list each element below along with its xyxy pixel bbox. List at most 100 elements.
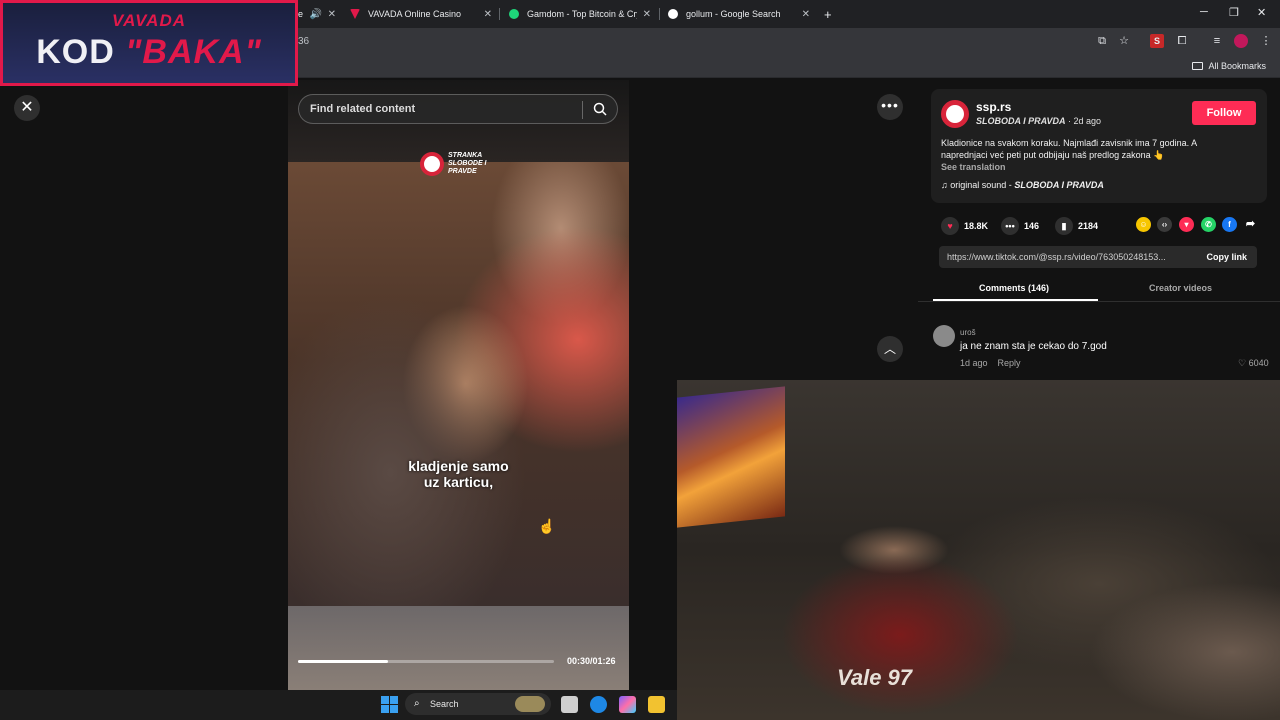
extensions-icon[interactable]: ⧠ [1175, 34, 1189, 48]
tab-comments[interactable]: Comments (146) [979, 283, 1049, 293]
video-time: 00:30/01:26 [567, 656, 616, 666]
comment-stat[interactable]: ••• 146 [1001, 217, 1039, 235]
video-link[interactable]: https://www.tiktok.com/@ssp.rs/video/763… [947, 252, 1189, 262]
active-tab-indicator [933, 299, 1098, 301]
facebook-icon[interactable]: f [1222, 217, 1237, 232]
file-explorer-icon[interactable] [648, 696, 665, 713]
google-favicon-icon [668, 9, 678, 19]
vavada-favicon-icon [350, 9, 360, 19]
heart-icon: ♥ [941, 217, 959, 235]
see-translation-link[interactable]: See translation [941, 162, 1006, 172]
tab-separator [499, 8, 500, 20]
close-tab-icon[interactable]: ✕ [643, 9, 651, 20]
close-tab-icon[interactable]: ✕ [328, 9, 336, 20]
more-options-button[interactable]: ••• [877, 94, 903, 120]
shirt-logo: Vale 97 [837, 665, 913, 690]
search-icon: ⌕ [414, 698, 420, 709]
taskbar-search[interactable]: ⌕ Search [405, 693, 551, 715]
sound-line[interactable]: ♫ original sound - SLOBODA I PRAVDA [941, 180, 1104, 190]
commenter-avatar[interactable] [933, 325, 955, 347]
profile-avatar[interactable] [1234, 34, 1248, 48]
tab-label: gollum - Google Search [686, 9, 781, 19]
creator-subline: SLOBODA I PRAVDA · 2d ago [976, 116, 1101, 126]
close-tab-icon[interactable]: ✕ [484, 9, 492, 20]
creator-username[interactable]: ssp.rs [976, 100, 1011, 114]
commenter-name[interactable]: uroš [960, 328, 976, 337]
copy-link-button[interactable]: Copy link [1206, 252, 1247, 262]
embed-icon[interactable]: ‹› [1157, 217, 1172, 232]
follow-button[interactable]: Follow [1192, 101, 1256, 125]
heart-outline-icon: ♡ [1238, 358, 1249, 368]
send-icon[interactable]: ▾ [1179, 217, 1194, 232]
search-icon[interactable] [593, 102, 607, 116]
share-arrow-icon[interactable]: ➦ [1243, 217, 1258, 232]
search-divider [582, 101, 583, 119]
bookmark-icon: ▮ [1055, 217, 1073, 235]
tab-previous[interactable]: e 🔊 ✕ [292, 4, 340, 24]
all-bookmarks-label: All Bookmarks [1208, 61, 1266, 71]
emoji-share-icon[interactable]: ☺ [1136, 217, 1151, 232]
close-viewer-button[interactable]: ✕ [14, 95, 40, 121]
comment-count: 146 [1024, 221, 1040, 231]
comment-meta: 1d ago Reply [960, 358, 1021, 368]
tab-vavada[interactable]: VAVADA Online Casino ✕ [344, 4, 496, 24]
sound-prefix: original sound - [950, 180, 1015, 190]
comment-like-count: 6040 [1248, 358, 1269, 368]
promo-code: KOD "BAKA" [3, 33, 295, 72]
tabs-divider [918, 301, 1280, 302]
search-highlight-icon [515, 696, 545, 712]
tab-search-icon[interactable]: ≡ [1210, 34, 1224, 48]
video-player[interactable]: Find related content STRANKA SLOBODE I P… [288, 80, 629, 690]
reply-button[interactable]: Reply [998, 358, 1021, 368]
taskbar-search-label: Search [430, 699, 459, 709]
windows-start-icon[interactable] [381, 696, 398, 713]
star-icon[interactable]: ☆ [1117, 34, 1131, 48]
related-search-input[interactable]: Find related content [298, 94, 618, 124]
tab-label: VAVADA Online Casino [368, 9, 462, 19]
promo-code-prefix: KOD [36, 33, 115, 71]
extension-s-icon[interactable]: S [1150, 34, 1164, 48]
install-app-icon[interactable]: ⧉ [1095, 34, 1109, 48]
tab-google[interactable]: gollum - Google Search ✕ [662, 4, 814, 24]
tab-label: e [298, 9, 304, 19]
all-bookmarks-button[interactable]: All Bookmarks [1192, 61, 1266, 71]
comment-like[interactable]: ♡ 6040 [1238, 358, 1269, 369]
folder-icon [1192, 62, 1204, 70]
subtitle-line-2: uz karticu, [423, 474, 494, 490]
video-bottom-blur [288, 606, 629, 690]
close-window-icon[interactable]: ✕ [1257, 6, 1266, 19]
save-count: 2184 [1078, 221, 1099, 231]
url-text[interactable]: 36 [298, 36, 309, 47]
save-stat[interactable]: ▮ 2184 [1055, 217, 1098, 235]
tab-separator [659, 8, 660, 20]
subtitle-line-1: kladjenje samo [408, 458, 509, 474]
speaker-icon: 🔊 [309, 8, 322, 20]
post-age: · 2d ago [1065, 116, 1102, 126]
sound-name: SLOBODA I PRAVDA [1014, 180, 1104, 190]
tab-creator-videos[interactable]: Creator videos [1149, 283, 1212, 293]
new-tab-button[interactable]: + [818, 4, 838, 24]
vavada-promo-overlay: VAVADA KOD "BAKA" [0, 0, 298, 86]
search-placeholder: Find related content [310, 103, 416, 115]
restore-icon[interactable]: ❐ [1229, 6, 1239, 19]
menu-kebab-icon[interactable]: ⋮ [1259, 34, 1273, 48]
comment-age: 1d ago [960, 358, 988, 368]
tab-gamdom[interactable]: Gamdom - Top Bitcoin & Crypto ✕ [503, 4, 655, 24]
party-logo-icon [420, 152, 444, 176]
close-tab-icon[interactable]: ✕ [802, 9, 810, 20]
webcam-overlay: Vale 97 [677, 380, 1280, 720]
fireplace-tv-image [677, 386, 785, 528]
promo-brand: VAVADA [112, 11, 186, 30]
minimize-icon[interactable]: ─ [1200, 6, 1208, 18]
task-view-icon[interactable] [561, 696, 578, 713]
copilot-icon[interactable] [619, 696, 636, 713]
video-progress-bar[interactable] [298, 660, 554, 663]
creator-display-name: SLOBODA I PRAVDA [976, 116, 1066, 126]
music-note-icon: ♫ [941, 180, 951, 190]
creator-avatar[interactable] [941, 100, 969, 128]
comment-text: ja ne znam sta je cekao do 7.god [960, 341, 1107, 352]
edge-icon[interactable] [590, 696, 607, 713]
whatsapp-icon[interactable]: ✆ [1201, 217, 1216, 232]
previous-video-button[interactable]: ︿ [877, 336, 903, 362]
like-stat[interactable]: ♥ 18.8K [941, 217, 988, 235]
